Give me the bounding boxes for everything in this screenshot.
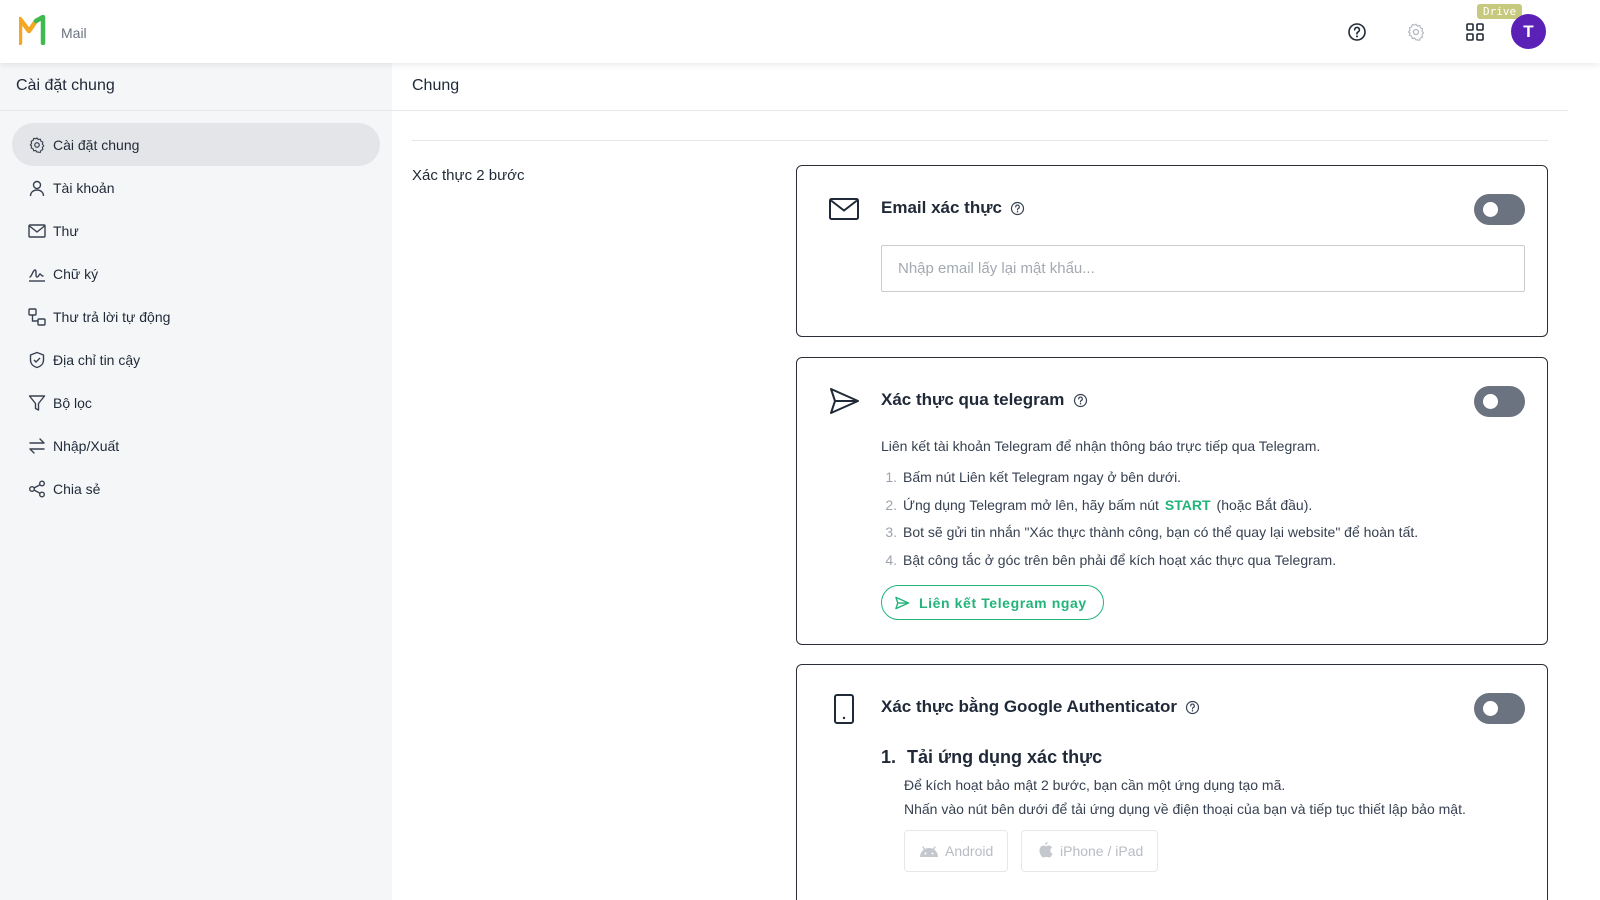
sidebar-item-label: Chữ ký xyxy=(53,265,99,282)
email-card-title: Email xác thực xyxy=(881,198,1026,218)
ga-step-number: 1. xyxy=(881,747,897,767)
step-text: Bấm nút Liên kết Telegram ngay ở bên dướ… xyxy=(903,469,1182,485)
ga-card-title-text: Xác thực bằng Google Authenticator xyxy=(881,697,1177,716)
sidebar-item-signature[interactable]: Chữ ký xyxy=(12,252,380,295)
gear-icon[interactable] xyxy=(1404,20,1428,44)
ga-step-title-text: Tải ứng dụng xác thực xyxy=(907,747,1103,767)
telegram-card-title: Xác thực qua telegram xyxy=(881,390,1088,410)
sidebar-item-filter[interactable]: Bộ lọc xyxy=(12,381,380,424)
sidebar-item-label: Thư trả lời tự động xyxy=(53,308,171,325)
email-card-title-text: Email xác thực xyxy=(881,198,1002,217)
ios-download-button[interactable]: iPhone / iPad xyxy=(1021,830,1159,872)
sidebar-item-general[interactable]: Cài đặt chung xyxy=(12,123,380,166)
signature-icon xyxy=(28,265,46,283)
list-item: 3. Bot sẽ gửi tin nhắn "Xác thực thành c… xyxy=(881,524,1521,552)
help-circle-icon[interactable] xyxy=(1010,200,1026,216)
sidebar-item-label: Cài đặt chung xyxy=(53,136,140,153)
list-item: 1. Bấm nút Liên kết Telegram ngay ở bên … xyxy=(881,469,1521,497)
step-text: Bot sẽ gửi tin nhắn "Xác thực thành công… xyxy=(903,524,1419,540)
user-icon xyxy=(28,179,46,197)
sidebar-item-label: Chia sẻ xyxy=(53,480,101,497)
apps-grid-icon[interactable] xyxy=(1463,20,1487,44)
sidebar-item-label: Địa chỉ tin cậy xyxy=(53,351,141,368)
shield-check-icon xyxy=(28,351,46,369)
sidebar-item-label: Tài khoản xyxy=(53,179,115,196)
send-icon xyxy=(894,596,910,610)
step-number: 1. xyxy=(885,469,897,485)
link-telegram-button-label: Liên kết Telegram ngay xyxy=(919,594,1087,611)
sidebar-item-import-export[interactable]: Nhập/Xuất xyxy=(12,424,380,467)
sidebar-title: Cài đặt chung xyxy=(16,77,115,94)
email-verification-card: Email xác thực xyxy=(796,165,1548,337)
step-text: Bật công tắc ở góc trên bên phải để kích… xyxy=(903,551,1337,568)
telegram-verification-toggle[interactable] xyxy=(1474,386,1525,417)
mail-icon xyxy=(28,222,46,240)
settings-sidebar: Cài đặt chung Cài đặt chung Tài khoản Th… xyxy=(0,63,392,900)
list-item: 4. Bật công tắc ở góc trên bên phải để k… xyxy=(881,552,1521,580)
ga-step-title: 1. Tải ứng dụng xác thực xyxy=(881,747,1102,768)
brand-name: Mail xyxy=(61,25,87,41)
share-icon xyxy=(28,480,46,498)
auto-reply-icon xyxy=(28,307,46,326)
sidebar-item-account[interactable]: Tài khoản xyxy=(12,166,380,209)
help-circle-icon[interactable] xyxy=(1072,392,1088,408)
telegram-card-title-text: Xác thực qua telegram xyxy=(881,390,1065,409)
step-number: 2. xyxy=(885,496,897,513)
ga-description-2: Nhấn vào nút bên dưới để tải ứng dụng về… xyxy=(904,801,1466,817)
page-title: Chung xyxy=(412,77,460,94)
sidebar-item-trusted-addresses[interactable]: Địa chỉ tin cậy xyxy=(12,338,380,381)
help-circle-icon[interactable] xyxy=(1345,20,1369,44)
sidebar-item-label: Bộ lọc xyxy=(53,394,92,411)
telegram-steps-list: 1. Bấm nút Liên kết Telegram ngay ở bên … xyxy=(881,469,1521,579)
mail-icon xyxy=(827,192,861,226)
step-number: 4. xyxy=(885,551,897,568)
step-number: 3. xyxy=(885,524,897,540)
send-icon xyxy=(827,384,861,418)
google-authenticator-card: Xác thực bằng Google Authenticator 1. Tả… xyxy=(796,664,1548,900)
step-text: Ứng dụng Telegram mở lên, hãy bấm nút xyxy=(903,496,1159,513)
start-keyword: START xyxy=(1164,496,1211,513)
sidebar-divider xyxy=(0,110,392,111)
sidebar-item-mail[interactable]: Thư xyxy=(12,209,380,252)
email-verification-toggle[interactable] xyxy=(1474,194,1525,225)
drive-badge[interactable]: Drive xyxy=(1477,4,1523,19)
gear-icon xyxy=(28,136,46,154)
import-export-icon xyxy=(28,437,46,455)
mail-logo-icon[interactable] xyxy=(17,14,51,46)
telegram-verification-card: Xác thực qua telegram Liên kết tài khoản… xyxy=(796,357,1548,645)
sidebar-item-label: Nhập/Xuất xyxy=(53,437,120,454)
sidebar-item-auto-reply[interactable]: Thư trả lời tự động xyxy=(12,295,380,338)
user-avatar[interactable]: T xyxy=(1511,14,1546,49)
avatar-letter: T xyxy=(1523,21,1534,41)
top-bar: Mail Drive T xyxy=(0,0,1600,63)
main-header: Chung xyxy=(392,63,1568,111)
telegram-description: Liên kết tài khoản Telegram để nhận thôn… xyxy=(881,438,1321,454)
link-telegram-button[interactable]: Liên kết Telegram ngay xyxy=(881,585,1104,620)
list-item: 2. Ứng dụng Telegram mở lên, hãy bấm nút… xyxy=(881,497,1521,525)
android-button-label: Android xyxy=(945,843,994,859)
filter-icon xyxy=(28,394,46,412)
step-text: (hoặc Bắt đầu). xyxy=(1216,496,1313,513)
section-divider xyxy=(412,140,1548,141)
section-label: Xác thực 2 bước xyxy=(412,167,525,184)
android-download-button[interactable]: Android xyxy=(904,830,1009,872)
help-circle-icon[interactable] xyxy=(1185,699,1201,715)
sidebar-item-share[interactable]: Chia sẻ xyxy=(12,467,380,510)
phone-icon xyxy=(827,692,861,726)
apple-icon xyxy=(1036,841,1054,861)
ga-description-1: Để kích hoạt bảo mật 2 bước, bạn cần một… xyxy=(904,777,1286,793)
recovery-email-input[interactable] xyxy=(881,245,1525,292)
ga-verification-toggle[interactable] xyxy=(1474,693,1525,724)
android-icon xyxy=(919,844,939,858)
sidebar-item-label: Thư xyxy=(53,222,79,239)
ga-card-title: Xác thực bằng Google Authenticator xyxy=(881,697,1201,717)
ios-button-label: iPhone / iPad xyxy=(1060,843,1144,859)
